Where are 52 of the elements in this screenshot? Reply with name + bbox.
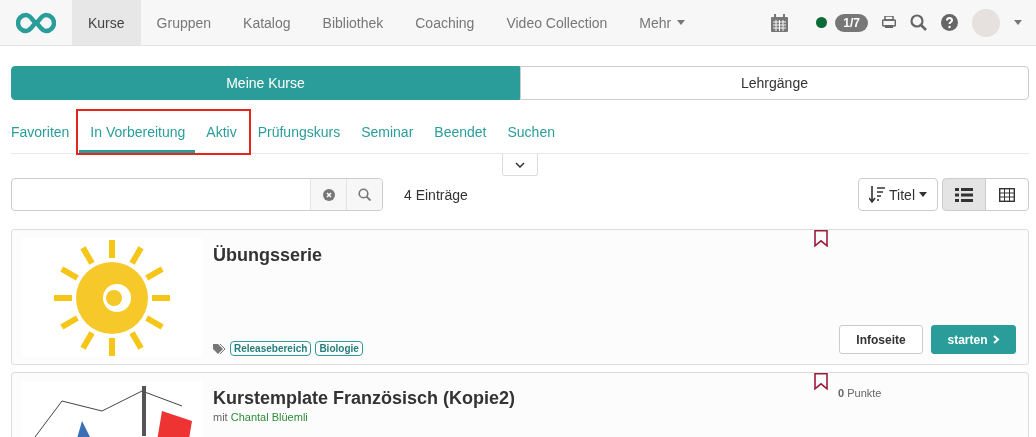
grid-icon [999, 187, 1015, 202]
course-card[interactable]: Kurstemplate Französisch (Kopie2) mit Chantal Blüemli 0 Punkte [11, 372, 1029, 437]
list-view-button[interactable] [942, 178, 986, 211]
search-icon[interactable] [910, 14, 927, 31]
segment-button[interactable]: Meine Kurse [11, 66, 520, 100]
nav-item[interactable]: Gruppen [140, 0, 228, 45]
print-icon[interactable] [882, 16, 896, 29]
clear-icon [322, 188, 335, 201]
tag-icon [213, 343, 226, 354]
nav-item[interactable]: Mehr [623, 0, 702, 45]
tab[interactable]: Beendet [423, 124, 497, 154]
counter-badge[interactable]: 1/7 [835, 13, 868, 32]
entry-count: 4 Einträge [404, 186, 468, 203]
bookmark-icon[interactable] [814, 230, 828, 247]
tab[interactable]: Aktiv [195, 124, 247, 154]
points-label: 0 Punkte [838, 387, 882, 399]
nav-item[interactable]: Coaching [399, 0, 491, 45]
expand-button[interactable] [502, 154, 538, 176]
search-field[interactable] [11, 178, 383, 211]
tag[interactable]: Biologie [315, 341, 363, 356]
start-button[interactable]: starten [931, 325, 1016, 354]
tab[interactable]: Favoriten [11, 124, 80, 154]
nav-item[interactable]: Bibliothek [306, 0, 400, 45]
help-icon[interactable] [941, 14, 958, 31]
chevron-right-icon [991, 335, 1000, 344]
nav-item[interactable]: Kurse [72, 0, 141, 45]
list-icon [955, 187, 973, 202]
sort-button[interactable]: Titel [858, 178, 938, 211]
segment-button[interactable]: Lehrgänge [520, 66, 1029, 100]
caret-icon [919, 192, 927, 197]
info-button[interactable]: Infoseite [839, 325, 923, 354]
course-title[interactable]: Übungsserie [213, 245, 323, 266]
author-label: mit [213, 411, 228, 423]
table-view-button[interactable] [985, 178, 1029, 211]
tab[interactable]: Prüfungskurs [246, 124, 351, 154]
nav-item[interactable]: Video Collection [490, 0, 624, 45]
nav-item[interactable]: Katalog [227, 0, 307, 45]
tag[interactable]: Releasebereich [230, 341, 312, 356]
search-button[interactable] [346, 179, 382, 210]
tab[interactable]: In Vorbereitung [79, 124, 196, 154]
course-card[interactable]: Übungsserie Releasebereich Biologie Infoseite starten [11, 229, 1029, 365]
tab[interactable]: Seminar [350, 124, 424, 154]
clear-button[interactable] [310, 179, 346, 210]
calendar-icon[interactable] [771, 13, 789, 32]
search-icon [358, 188, 371, 201]
bookmark-icon[interactable] [814, 373, 828, 390]
sort-icon [869, 185, 886, 204]
course-title[interactable]: Kurstemplate Französisch (Kopie2) [213, 388, 516, 409]
caret-icon [1014, 20, 1022, 25]
chevron-down-icon [515, 161, 525, 168]
tab[interactable]: Suchen [496, 124, 565, 154]
author-link[interactable]: Chantal Blüemli [230, 411, 308, 423]
